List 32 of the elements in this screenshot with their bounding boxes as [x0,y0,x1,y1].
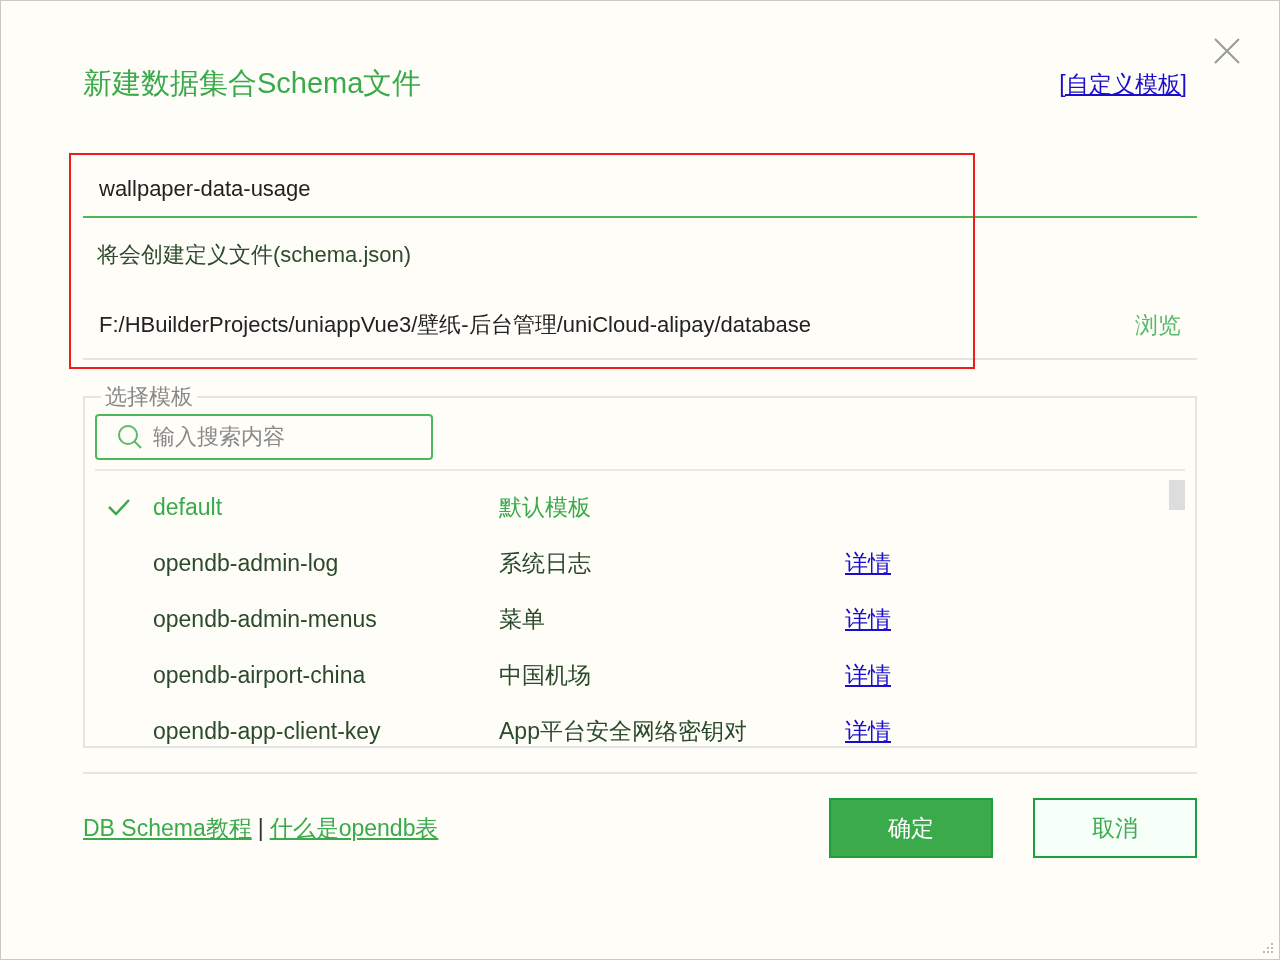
details-link[interactable]: 详情 [845,547,891,579]
template-description: 菜单 [499,604,546,634]
template-row[interactable]: opendb-airport-china 中国机场 详情 [95,647,1185,703]
check-icon [107,497,131,517]
template-description: App平台安全网络密钥对 [499,716,748,746]
template-row[interactable]: opendb-app-client-key App平台安全网络密钥对 详情 [95,703,1185,759]
template-name: default [153,493,224,521]
template-name: opendb-admin-log [153,549,340,577]
create-hint-text: 将会创建定义文件(schema.json) [97,241,413,269]
resize-grip-icon[interactable] [1261,941,1275,955]
path-text: F:/HBuilderProjects/uniappVue3/壁纸-后台管理/uniCloud-alipay/database [99,311,812,339]
template-name: opendb-airport-china [153,661,367,689]
template-name: opendb-admin-menus [153,605,378,633]
name-input-field[interactable]: wallpaper-data-usage [83,162,1197,218]
group-legend: 选择模板 [101,382,197,412]
link-separator: | [257,814,264,842]
search-field[interactable]: 输入搜索内容 [95,414,433,460]
close-icon[interactable] [1213,37,1241,65]
dialog-title: 新建数据集合Schema文件 [83,66,422,101]
template-description: 中国机场 [499,660,592,690]
template-row[interactable]: opendb-admin-log 系统日志 详情 [95,535,1185,591]
details-link[interactable]: 详情 [845,659,891,691]
details-link[interactable]: 详情 [845,715,891,747]
details-link[interactable]: 详情 [845,603,891,635]
template-row[interactable]: opendb-admin-menus 菜单 详情 [95,591,1185,647]
template-description: 默认模板 [499,492,592,522]
search-input[interactable]: 输入搜索内容 [151,423,421,451]
search-icon [117,424,143,450]
scrollbar-thumb[interactable] [1169,480,1185,510]
custom-template-link[interactable]: [自定义模板] [1059,68,1187,100]
template-name: opendb-app-client-key [153,717,382,745]
template-description: 系统日志 [499,548,592,578]
